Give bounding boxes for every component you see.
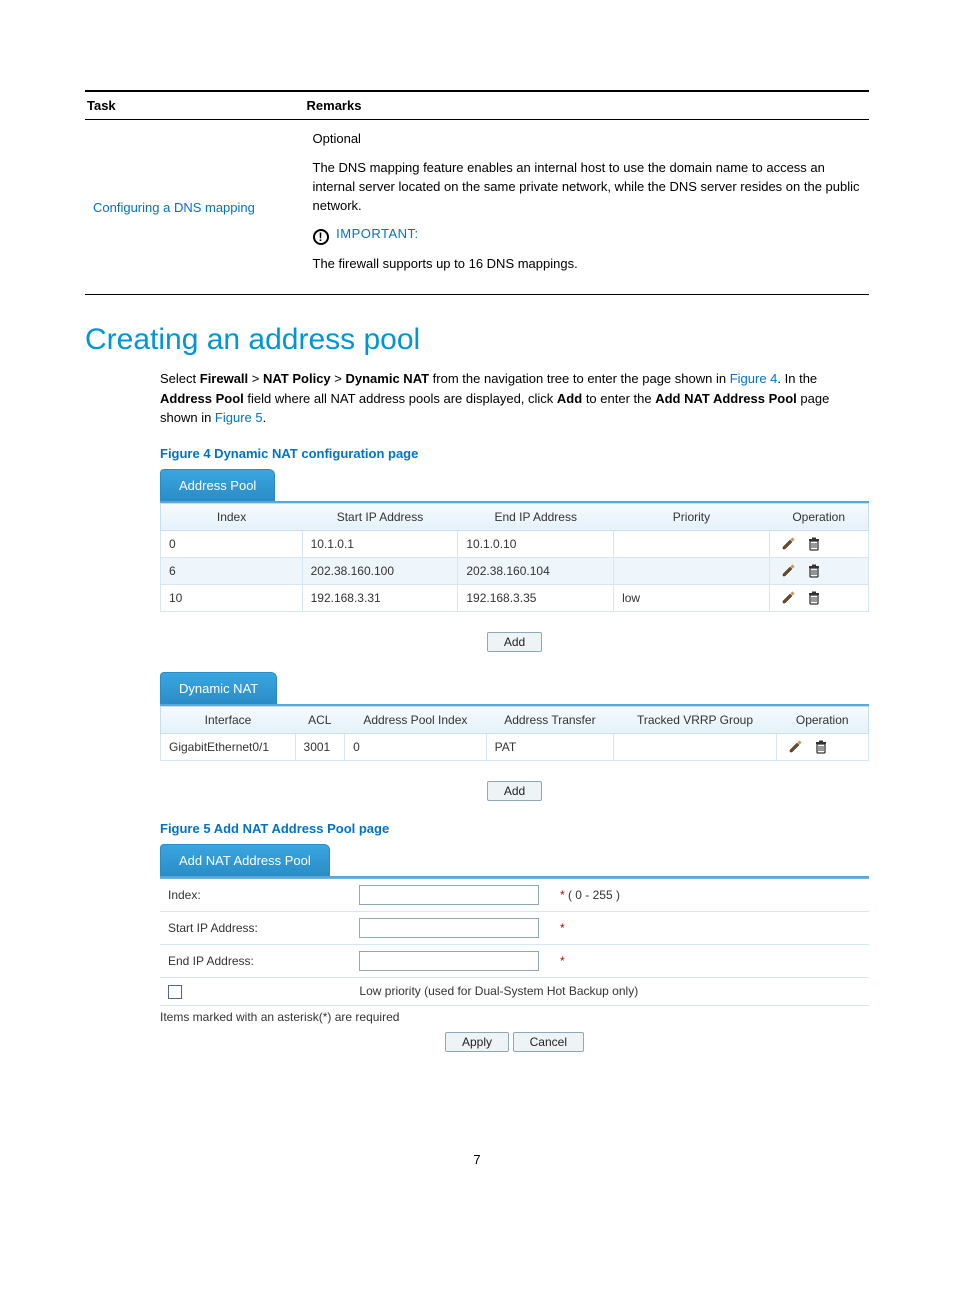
important-text: The firewall supports up to 16 DNS mappi…	[313, 255, 861, 274]
dns-mapping-description: The DNS mapping feature enables an inter…	[313, 159, 861, 216]
figure5-link[interactable]: Figure 5	[215, 410, 263, 425]
table-row: GigabitEthernet0/1 3001 0 PAT	[161, 733, 869, 760]
col-operation: Operation	[769, 503, 868, 530]
address-pool-tab[interactable]: Address Pool	[160, 469, 275, 501]
index-hint: * ( 0 - 255 )	[558, 888, 620, 902]
task-remarks-table: Task Remarks Configuring a DNS mapping O…	[85, 90, 869, 295]
figure5-screenshot: Add NAT Address Pool Index: * ( 0 - 255 …	[160, 844, 869, 1052]
figure4-link[interactable]: Figure 4	[730, 371, 778, 386]
col-start-ip: Start IP Address	[302, 503, 458, 530]
start-ip-input[interactable]	[359, 918, 539, 938]
add-nat-address-pool-tab[interactable]: Add NAT Address Pool	[160, 844, 330, 876]
optional-label: Optional	[313, 130, 861, 149]
task-header: Task	[85, 91, 305, 120]
figure4-screenshot: Address Pool Index Start IP Address End …	[160, 469, 869, 801]
dynamic-nat-tab[interactable]: Dynamic NAT	[160, 672, 277, 704]
table-row: 10 192.168.3.31 192.168.3.35 low	[161, 584, 869, 611]
low-priority-checkbox[interactable]	[168, 985, 182, 999]
important-label: IMPORTANT:	[336, 226, 419, 241]
delete-icon[interactable]	[806, 590, 822, 606]
cancel-button[interactable]: Cancel	[513, 1032, 584, 1052]
col-priority: Priority	[614, 503, 770, 530]
figure4-caption: Figure 4 Dynamic NAT configuration page	[160, 446, 869, 461]
col-address-pool-index: Address Pool Index	[345, 706, 487, 733]
table-row: 6 202.38.160.100 202.38.160.104	[161, 557, 869, 584]
edit-icon[interactable]	[788, 739, 804, 755]
index-input[interactable]	[359, 885, 539, 905]
section-heading: Creating an address pool	[85, 323, 869, 357]
col-operation: Operation	[776, 706, 868, 733]
col-interface: Interface	[161, 706, 296, 733]
delete-icon[interactable]	[813, 739, 829, 755]
edit-icon[interactable]	[781, 563, 797, 579]
configuring-dns-mapping-link[interactable]: Configuring a DNS mapping	[93, 200, 255, 215]
col-address-transfer: Address Transfer	[486, 706, 613, 733]
col-index: Index	[161, 503, 303, 530]
add-dynamic-nat-button[interactable]: Add	[487, 781, 542, 801]
required-asterisk: *	[560, 954, 565, 968]
important-icon: !	[313, 229, 329, 245]
address-pool-table: Index Start IP Address End IP Address Pr…	[160, 503, 869, 612]
end-ip-input[interactable]	[359, 951, 539, 971]
low-priority-label: Low priority (used for Dual-System Hot B…	[351, 977, 869, 1005]
add-address-pool-button[interactable]: Add	[487, 632, 542, 652]
intro-paragraph: Select Firewall > NAT Policy > Dynamic N…	[160, 369, 869, 428]
figure5-caption: Figure 5 Add NAT Address Pool page	[160, 821, 869, 836]
important-line: ! IMPORTANT:	[313, 225, 861, 245]
col-acl: ACL	[295, 706, 345, 733]
required-asterisk: *	[560, 921, 565, 935]
table-row: 0 10.1.0.1 10.1.0.10	[161, 530, 869, 557]
page-number: 7	[85, 1152, 869, 1167]
required-note: Items marked with an asterisk(*) are req…	[160, 1010, 869, 1024]
delete-icon[interactable]	[806, 563, 822, 579]
start-ip-label: Start IP Address:	[160, 911, 351, 944]
remarks-header: Remarks	[305, 91, 869, 120]
add-form-table: Index: * ( 0 - 255 ) Start IP Address: *…	[160, 878, 869, 1006]
edit-icon[interactable]	[781, 536, 797, 552]
apply-button[interactable]: Apply	[445, 1032, 509, 1052]
col-end-ip: End IP Address	[458, 503, 614, 530]
col-tracked-vrrp: Tracked VRRP Group	[614, 706, 777, 733]
dynamic-nat-table: Interface ACL Address Pool Index Address…	[160, 706, 869, 761]
index-label: Index:	[160, 878, 351, 911]
end-ip-label: End IP Address:	[160, 944, 351, 977]
delete-icon[interactable]	[806, 536, 822, 552]
edit-icon[interactable]	[781, 590, 797, 606]
